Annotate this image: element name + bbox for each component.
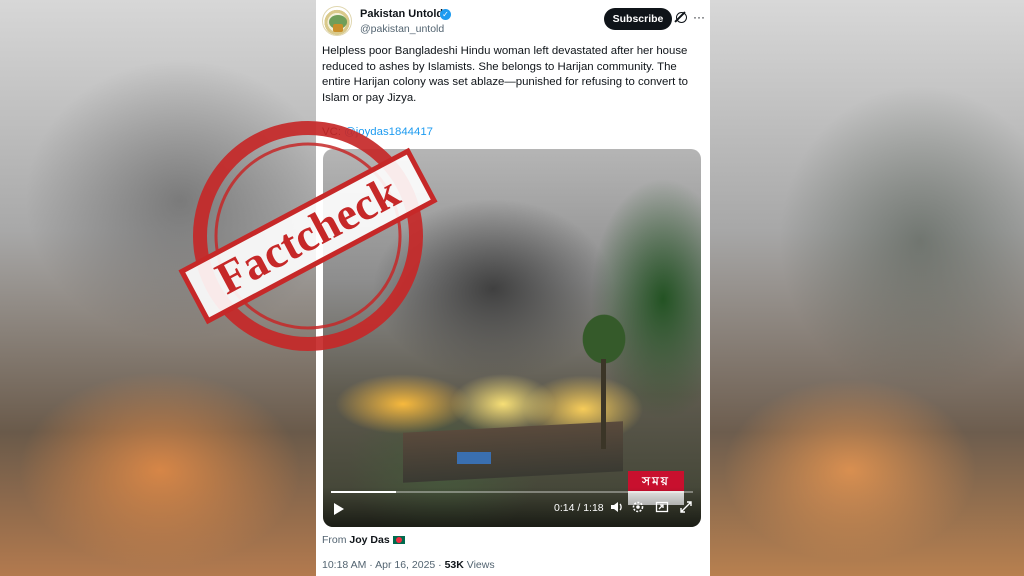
video-source-prefix: From bbox=[322, 534, 350, 546]
video-time: 0:14 / 1:18 bbox=[554, 502, 604, 514]
factcheck-stamp-text: Factcheck bbox=[207, 165, 407, 304]
settings-icon[interactable] bbox=[631, 500, 645, 514]
play-icon[interactable] bbox=[334, 503, 344, 515]
post-header: Pakistan Untold ✓ @pakistan_untold Subsc… bbox=[322, 6, 705, 36]
avatar-emblem-base bbox=[333, 24, 343, 32]
video-frame-rooftops bbox=[403, 421, 623, 483]
video-controls: 0:14 / 1:18 bbox=[323, 487, 701, 527]
video-progress-fill bbox=[331, 491, 397, 493]
picture-in-picture-icon[interactable] bbox=[655, 500, 669, 514]
views-count: 53K bbox=[444, 559, 464, 571]
volume-icon[interactable] bbox=[610, 500, 624, 514]
video-time-separator: / bbox=[574, 502, 584, 514]
author-handle[interactable]: @pakistan_untold bbox=[360, 23, 444, 35]
subscribe-button[interactable]: Subscribe bbox=[604, 8, 672, 30]
video-frame-tarp bbox=[457, 452, 491, 464]
verified-badge-icon: ✓ bbox=[440, 9, 451, 20]
more-icon[interactable]: ··· bbox=[693, 10, 705, 24]
post-timestamp[interactable]: 10:18 AM · Apr 16, 2025 · bbox=[322, 559, 445, 571]
video-duration: 1:18 bbox=[583, 502, 604, 514]
fullscreen-icon[interactable] bbox=[679, 500, 693, 514]
author-name[interactable]: Pakistan Untold bbox=[360, 8, 443, 20]
video-source: From Joy Das bbox=[322, 534, 405, 546]
video-progress-bar[interactable] bbox=[331, 491, 693, 493]
video-frame-palm-trunk bbox=[601, 359, 606, 449]
avatar[interactable] bbox=[322, 6, 352, 36]
blurred-background-right bbox=[710, 0, 1024, 576]
video-source-name[interactable]: Joy Das bbox=[349, 534, 389, 546]
factcheck-stamp: Factcheck bbox=[178, 120, 438, 351]
post-meta: 10:18 AM · Apr 16, 2025 · 53K Views bbox=[322, 559, 495, 571]
video-current-time: 0:14 bbox=[554, 502, 575, 514]
grok-icon[interactable] bbox=[676, 12, 687, 23]
views-label: Views bbox=[463, 559, 495, 571]
bangladesh-flag-icon bbox=[392, 536, 405, 545]
